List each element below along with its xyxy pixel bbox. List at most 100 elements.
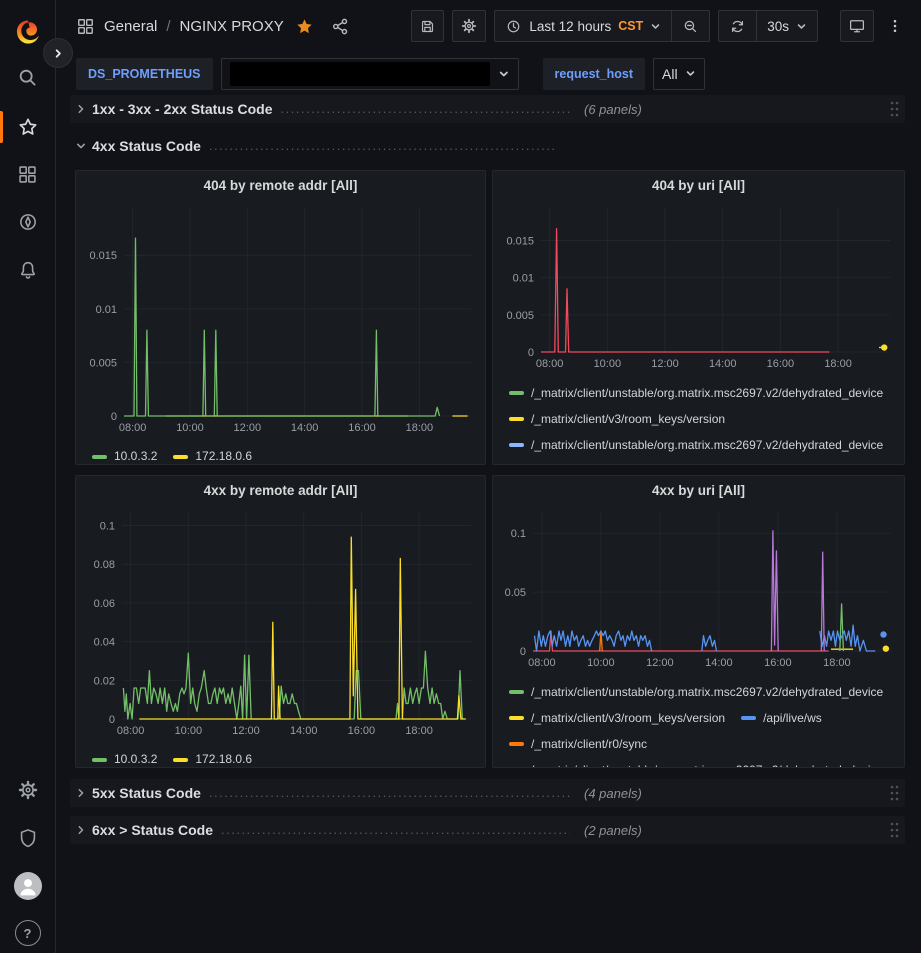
panel-title[interactable]: 404 by remote addr [All]	[76, 171, 485, 199]
breadcrumb-folder[interactable]: General	[104, 18, 157, 35]
save-dashboard-button[interactable]	[411, 10, 444, 42]
legend-item[interactable]: 172.18.0.6	[173, 444, 252, 465]
svg-text:0.015: 0.015	[89, 250, 117, 262]
legend-item[interactable]: 10.0.3.2	[92, 747, 157, 768]
legend-item[interactable]: /_matrix/client/v3/room_keys/version	[509, 705, 725, 731]
svg-text:0.01: 0.01	[513, 273, 534, 285]
help-icon: ?	[15, 920, 41, 946]
shield-icon	[17, 827, 39, 849]
variables-bar: DS_PROMETHEUS request_host All	[56, 52, 921, 95]
time-picker-group: Last 12 hours CST	[494, 10, 710, 42]
sidebar-item-search[interactable]	[0, 58, 55, 98]
timeseries-chart[interactable]: 08:0010:0012:0014:0016:0018:0000.020.040…	[82, 504, 485, 745]
sidebar-item-explore[interactable]	[0, 202, 55, 242]
legend-item[interactable]: /_matrix/client/unstable/org.matrix.msc2…	[509, 432, 883, 458]
row-drag-handle[interactable]	[889, 100, 899, 118]
sidebar-item-profile[interactable]	[0, 866, 55, 906]
legend-item[interactable]: /sw.js	[741, 458, 792, 465]
row-title: 1xx - 3xx - 2xx Status Code	[92, 101, 273, 117]
datasource-variable-select[interactable]	[221, 58, 519, 90]
row-4xx-status-code[interactable]: 4xx Status Code ........................…	[70, 132, 905, 160]
panel-404-by-uri: 404 by uri [All] 08:0010:0012:0014:0016:…	[492, 170, 905, 465]
dashboard-canvas: 1xx - 3xx - 2xx Status Code ............…	[55, 95, 921, 953]
legend-item[interactable]: /api/live/ws	[741, 705, 822, 731]
refresh-button[interactable]	[719, 11, 756, 41]
panel-title[interactable]: 404 by uri [All]	[493, 171, 904, 199]
timeseries-chart[interactable]: 08:0010:0012:0014:0016:0018:0000.0050.01…	[499, 199, 904, 378]
legend-label: /_matrix/client/r0/sync	[531, 731, 647, 757]
svg-text:16:00: 16:00	[348, 725, 376, 737]
panel-title[interactable]: 4xx by uri [All]	[493, 476, 904, 504]
sidebar-item-configuration[interactable]	[0, 770, 55, 810]
panel-4xx-by-uri: 4xx by uri [All] 08:0010:0012:0014:0016:…	[492, 475, 905, 768]
legend-item[interactable]: /_matrix/client/v3/room_keys/version	[509, 406, 725, 432]
svg-text:0.06: 0.06	[94, 598, 115, 610]
svg-text:0: 0	[520, 646, 526, 658]
chevron-right-icon	[53, 48, 64, 59]
sidebar-expand-button[interactable]	[43, 38, 73, 68]
breadcrumb-separator: /	[166, 18, 170, 35]
timeseries-chart[interactable]: 08:0010:0012:0014:0016:0018:0000.050.1	[499, 504, 904, 677]
more-options-button[interactable]	[882, 10, 908, 42]
panel-title[interactable]: 4xx by remote addr [All]	[76, 476, 485, 504]
dashboard-title[interactable]: NGINX PROXY	[180, 18, 284, 35]
svg-text:12:00: 12:00	[232, 725, 260, 737]
svg-text:08:00: 08:00	[117, 725, 145, 737]
svg-text:18:00: 18:00	[824, 358, 852, 370]
svg-text:0.005: 0.005	[506, 310, 534, 322]
legend-swatch	[509, 391, 524, 395]
dashboard-settings-button[interactable]	[452, 10, 486, 42]
panel-legend: 10.0.3.2 172.18.0.6	[76, 745, 485, 768]
clock-icon	[505, 18, 522, 35]
svg-text:14:00: 14:00	[290, 725, 318, 737]
sidebar-item-dashboards[interactable]	[0, 154, 55, 194]
legend-item[interactable]: /_matrix/client/v3/room_keys/version	[509, 458, 725, 465]
legend-item[interactable]: /_matrix/client/unstable/org.matrix.msc2…	[509, 679, 883, 705]
svg-text:14:00: 14:00	[705, 657, 733, 669]
sidebar-item-alerting[interactable]	[0, 250, 55, 290]
favorite-star-icon[interactable]	[295, 17, 314, 36]
datasource-value-redacted	[230, 62, 490, 86]
legend-label: /_matrix/client/v3/room_keys/version	[531, 458, 725, 465]
row-title: 4xx Status Code	[92, 138, 201, 154]
legend-label: /api/live/ws	[763, 705, 822, 731]
legend-item[interactable]: /_matrix/client/unstable/org.matrix.msc2…	[509, 380, 883, 406]
zoom-out-icon	[682, 18, 699, 35]
svg-text:12:00: 12:00	[651, 358, 679, 370]
row-6xx-status-code[interactable]: 6xx > Status Code ......................…	[70, 816, 905, 844]
svg-text:0.05: 0.05	[505, 587, 526, 599]
row-dots-leader: ........................................…	[221, 822, 570, 837]
svg-text:14:00: 14:00	[709, 358, 737, 370]
timeseries-chart[interactable]: 08:0010:0012:0014:0016:0018:0000.0050.01…	[82, 199, 485, 442]
sidebar-item-server-admin[interactable]	[0, 818, 55, 858]
legend-swatch	[92, 455, 107, 459]
chevron-down-icon	[498, 68, 510, 80]
legend-item[interactable]: 172.18.0.6	[173, 747, 252, 768]
compass-icon	[17, 211, 39, 233]
svg-text:10:00: 10:00	[175, 725, 203, 737]
time-range-picker[interactable]: Last 12 hours CST	[495, 11, 671, 41]
svg-text:10:00: 10:00	[594, 358, 622, 370]
legend-item[interactable]: 10.0.3.2	[92, 444, 157, 465]
row-drag-handle[interactable]	[889, 784, 899, 802]
row-1xx-3xx-2xx[interactable]: 1xx - 3xx - 2xx Status Code ............…	[70, 95, 905, 123]
panel-legend: 10.0.3.2 172.18.0.6	[76, 442, 485, 465]
legend-label: /_matrix/client/unstable/org.matrix.msc2…	[531, 757, 883, 768]
request-host-variable-select[interactable]: All	[653, 58, 705, 90]
panel-legend: /_matrix/client/unstable/org.matrix.msc2…	[493, 378, 904, 465]
legend-item[interactable]: /_matrix/client/unstable/org.matrix.msc2…	[509, 757, 883, 768]
legend-swatch	[509, 716, 524, 720]
refresh-interval-picker[interactable]: 30s	[756, 11, 817, 41]
sidebar-item-starred[interactable]	[0, 107, 55, 147]
row-5xx-status-code[interactable]: 5xx Status Code ........................…	[70, 779, 905, 807]
share-icon[interactable]	[331, 17, 350, 36]
sidebar: ?	[0, 0, 56, 953]
chevron-down-icon	[70, 140, 92, 152]
bell-icon	[17, 259, 39, 281]
cycle-view-mode-button[interactable]	[840, 10, 874, 42]
svg-text:08:00: 08:00	[119, 422, 147, 434]
row-drag-handle[interactable]	[889, 821, 899, 839]
legend-item[interactable]: /_matrix/client/r0/sync	[509, 731, 647, 757]
sidebar-item-help[interactable]: ?	[0, 913, 55, 953]
zoom-out-time-button[interactable]	[671, 11, 709, 41]
